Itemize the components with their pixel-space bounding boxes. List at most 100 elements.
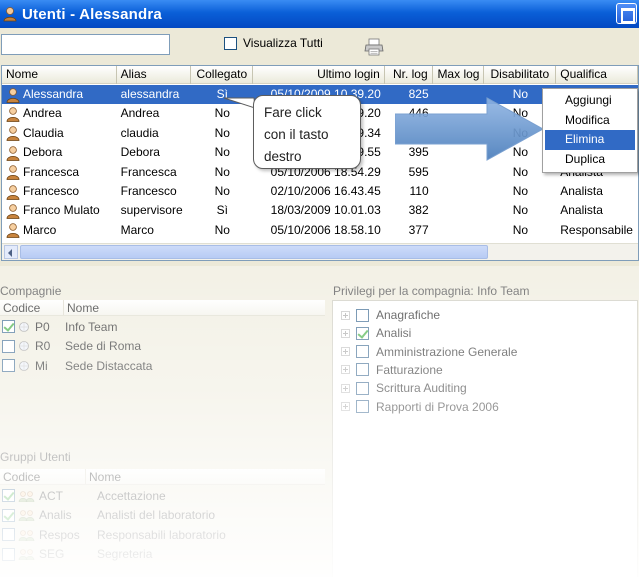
scrollbar-thumb[interactable] bbox=[20, 245, 488, 259]
privilege-checkbox[interactable] bbox=[356, 326, 369, 340]
expand-plus-icon[interactable] bbox=[341, 347, 350, 357]
column-header-collegato[interactable]: Collegato bbox=[191, 66, 254, 84]
column-header-nr-log[interactable]: Nr. log bbox=[385, 66, 433, 84]
user-icon bbox=[6, 184, 20, 200]
company-checkbox[interactable] bbox=[2, 359, 15, 372]
privilege-checkbox[interactable] bbox=[356, 308, 369, 322]
user-icon bbox=[6, 107, 20, 122]
company-name: Sede di Roma bbox=[65, 339, 142, 353]
group-code: ACT bbox=[39, 488, 63, 503]
group-checkbox[interactable] bbox=[2, 489, 15, 502]
company-icon bbox=[19, 341, 29, 351]
users-group-icon bbox=[18, 529, 35, 541]
instruction-callout: Fare click con il tasto destro bbox=[253, 95, 361, 169]
maximize-button[interactable] bbox=[616, 3, 637, 24]
privilege-item[interactable]: Scrittura Auditing bbox=[341, 379, 467, 397]
context-menu[interactable]: Aggiungi Modifica Elimina Duplica bbox=[542, 88, 638, 173]
company-icon bbox=[19, 360, 29, 371]
column-header-nome[interactable]: Nome bbox=[2, 66, 117, 84]
column-header-alias[interactable]: Alias bbox=[117, 66, 192, 84]
table-row[interactable]: Francesco Francesco No 02/10/2006 16.43.45 1… bbox=[2, 182, 638, 201]
expand-plus-icon[interactable] bbox=[341, 310, 350, 320]
privilege-item[interactable]: Fatturazione bbox=[341, 361, 443, 379]
menu-item-duplica[interactable]: Duplica bbox=[545, 150, 635, 170]
group-checkbox[interactable] bbox=[2, 547, 15, 561]
list-item[interactable]: Analis Analisti del laboratorio bbox=[2, 506, 215, 525]
grid-header: Nome Alias Collegato Ultimo login Nr. lo… bbox=[2, 66, 638, 84]
horizontal-scrollbar[interactable] bbox=[2, 243, 638, 260]
table-row[interactable]: Marco Marco No 05/10/2006 18.58.10 377 No Resp… bbox=[2, 221, 638, 240]
menu-item-aggiungi[interactable]: Aggiungi bbox=[545, 91, 635, 111]
list-item[interactable]: P0 Info Team bbox=[2, 317, 117, 336]
search-input[interactable] bbox=[1, 34, 170, 55]
privilege-label: Rapporti di Prova 2006 bbox=[376, 399, 499, 414]
list-item[interactable]: Mi Sede Distaccata bbox=[2, 356, 152, 375]
column-header-qualifica[interactable]: Qualifica bbox=[556, 66, 638, 84]
companies-column-nome[interactable]: Nome bbox=[64, 300, 325, 315]
companies-title: Compagnie bbox=[0, 284, 62, 298]
user-name: Debora bbox=[23, 145, 63, 160]
group-code: SEG bbox=[39, 547, 65, 561]
expand-plus-icon[interactable] bbox=[341, 328, 350, 338]
user-groups-column-codice[interactable]: Codice bbox=[0, 469, 86, 484]
privilege-checkbox[interactable] bbox=[356, 345, 369, 359]
cell-disabilitato: No bbox=[512, 203, 529, 218]
cell-collegato: No bbox=[214, 125, 230, 140]
table-row[interactable]: Franco Mulato supervisore Sì 18/03/2009 10.… bbox=[2, 201, 638, 220]
cell-nome: Claudia bbox=[2, 124, 117, 143]
privilege-item[interactable]: Amministrazione Generale bbox=[341, 343, 517, 361]
printer-icon[interactable] bbox=[364, 38, 384, 56]
show-all-checkbox[interactable] bbox=[224, 36, 237, 50]
list-item[interactable]: Respos Responsabili laboratorio bbox=[2, 525, 226, 544]
cell-nr-log: 377 bbox=[408, 222, 429, 237]
group-name: Accettazione bbox=[97, 488, 166, 503]
list-item[interactable]: SEG Segreteria bbox=[2, 545, 152, 564]
group-code: Respos bbox=[39, 527, 80, 542]
cell-collegato: No bbox=[214, 222, 230, 237]
privilege-label: Fatturazione bbox=[376, 362, 443, 377]
user-name: Francesco bbox=[23, 183, 80, 198]
menu-item-modifica[interactable]: Modifica bbox=[545, 111, 635, 131]
user-groups-column-nome[interactable]: Nome bbox=[86, 469, 325, 484]
title-bar[interactable]: Utenti - Alessandra bbox=[0, 0, 639, 28]
privilege-item[interactable]: Analisi bbox=[341, 324, 411, 342]
company-code: R0 bbox=[35, 339, 51, 353]
companies-column-codice[interactable]: Codice bbox=[0, 300, 64, 315]
menu-item-elimina[interactable]: Elimina bbox=[545, 130, 635, 150]
list-item[interactable]: R0 Sede di Roma bbox=[2, 337, 141, 356]
scroll-left-arrow-icon[interactable] bbox=[4, 245, 18, 259]
expand-plus-icon[interactable] bbox=[341, 365, 350, 375]
company-checkbox[interactable] bbox=[2, 339, 15, 353]
expand-plus-icon[interactable] bbox=[341, 402, 350, 411]
cell-alias: Andrea bbox=[120, 106, 160, 121]
group-checkbox[interactable] bbox=[2, 508, 15, 522]
user-name: Francesca bbox=[23, 164, 80, 179]
privilege-checkbox[interactable] bbox=[356, 400, 369, 413]
cell-max-log bbox=[433, 163, 485, 182]
cell-nome: Debora bbox=[2, 143, 117, 162]
expand-plus-icon[interactable] bbox=[341, 383, 350, 393]
window-title: Utenti - Alessandra bbox=[22, 5, 162, 23]
user-icon bbox=[6, 223, 20, 239]
cell-nr-log: 110 bbox=[409, 183, 429, 198]
cell-nome: Alessandra bbox=[2, 85, 117, 104]
cell-collegato: Sì bbox=[216, 203, 228, 218]
cell-alias: claudia bbox=[120, 125, 159, 140]
group-name: Segreteria bbox=[97, 547, 153, 561]
users-group-icon bbox=[18, 510, 35, 521]
privilege-item[interactable]: Rapporti di Prova 2006 bbox=[341, 398, 499, 416]
privilege-checkbox[interactable] bbox=[356, 363, 369, 377]
privilege-checkbox[interactable] bbox=[356, 381, 369, 395]
group-checkbox[interactable] bbox=[2, 528, 15, 541]
column-header-max-log[interactable]: Max log bbox=[433, 66, 485, 84]
cell-qualifica: Responsabile bbox=[560, 222, 633, 237]
cell-alias: supervisore bbox=[120, 203, 183, 218]
user-icon bbox=[3, 7, 17, 22]
user-name: Andrea bbox=[23, 106, 62, 121]
list-item[interactable]: ACT Accettazione bbox=[2, 486, 166, 505]
company-checkbox[interactable] bbox=[2, 320, 15, 333]
show-all-toggle[interactable]: Visualizza Tutti bbox=[224, 36, 323, 50]
column-header-ultimo-login[interactable]: Ultimo login bbox=[253, 66, 385, 84]
privilege-item[interactable]: Anagrafiche bbox=[341, 306, 440, 324]
column-header-disabilitato[interactable]: Disabilitato bbox=[484, 66, 557, 84]
